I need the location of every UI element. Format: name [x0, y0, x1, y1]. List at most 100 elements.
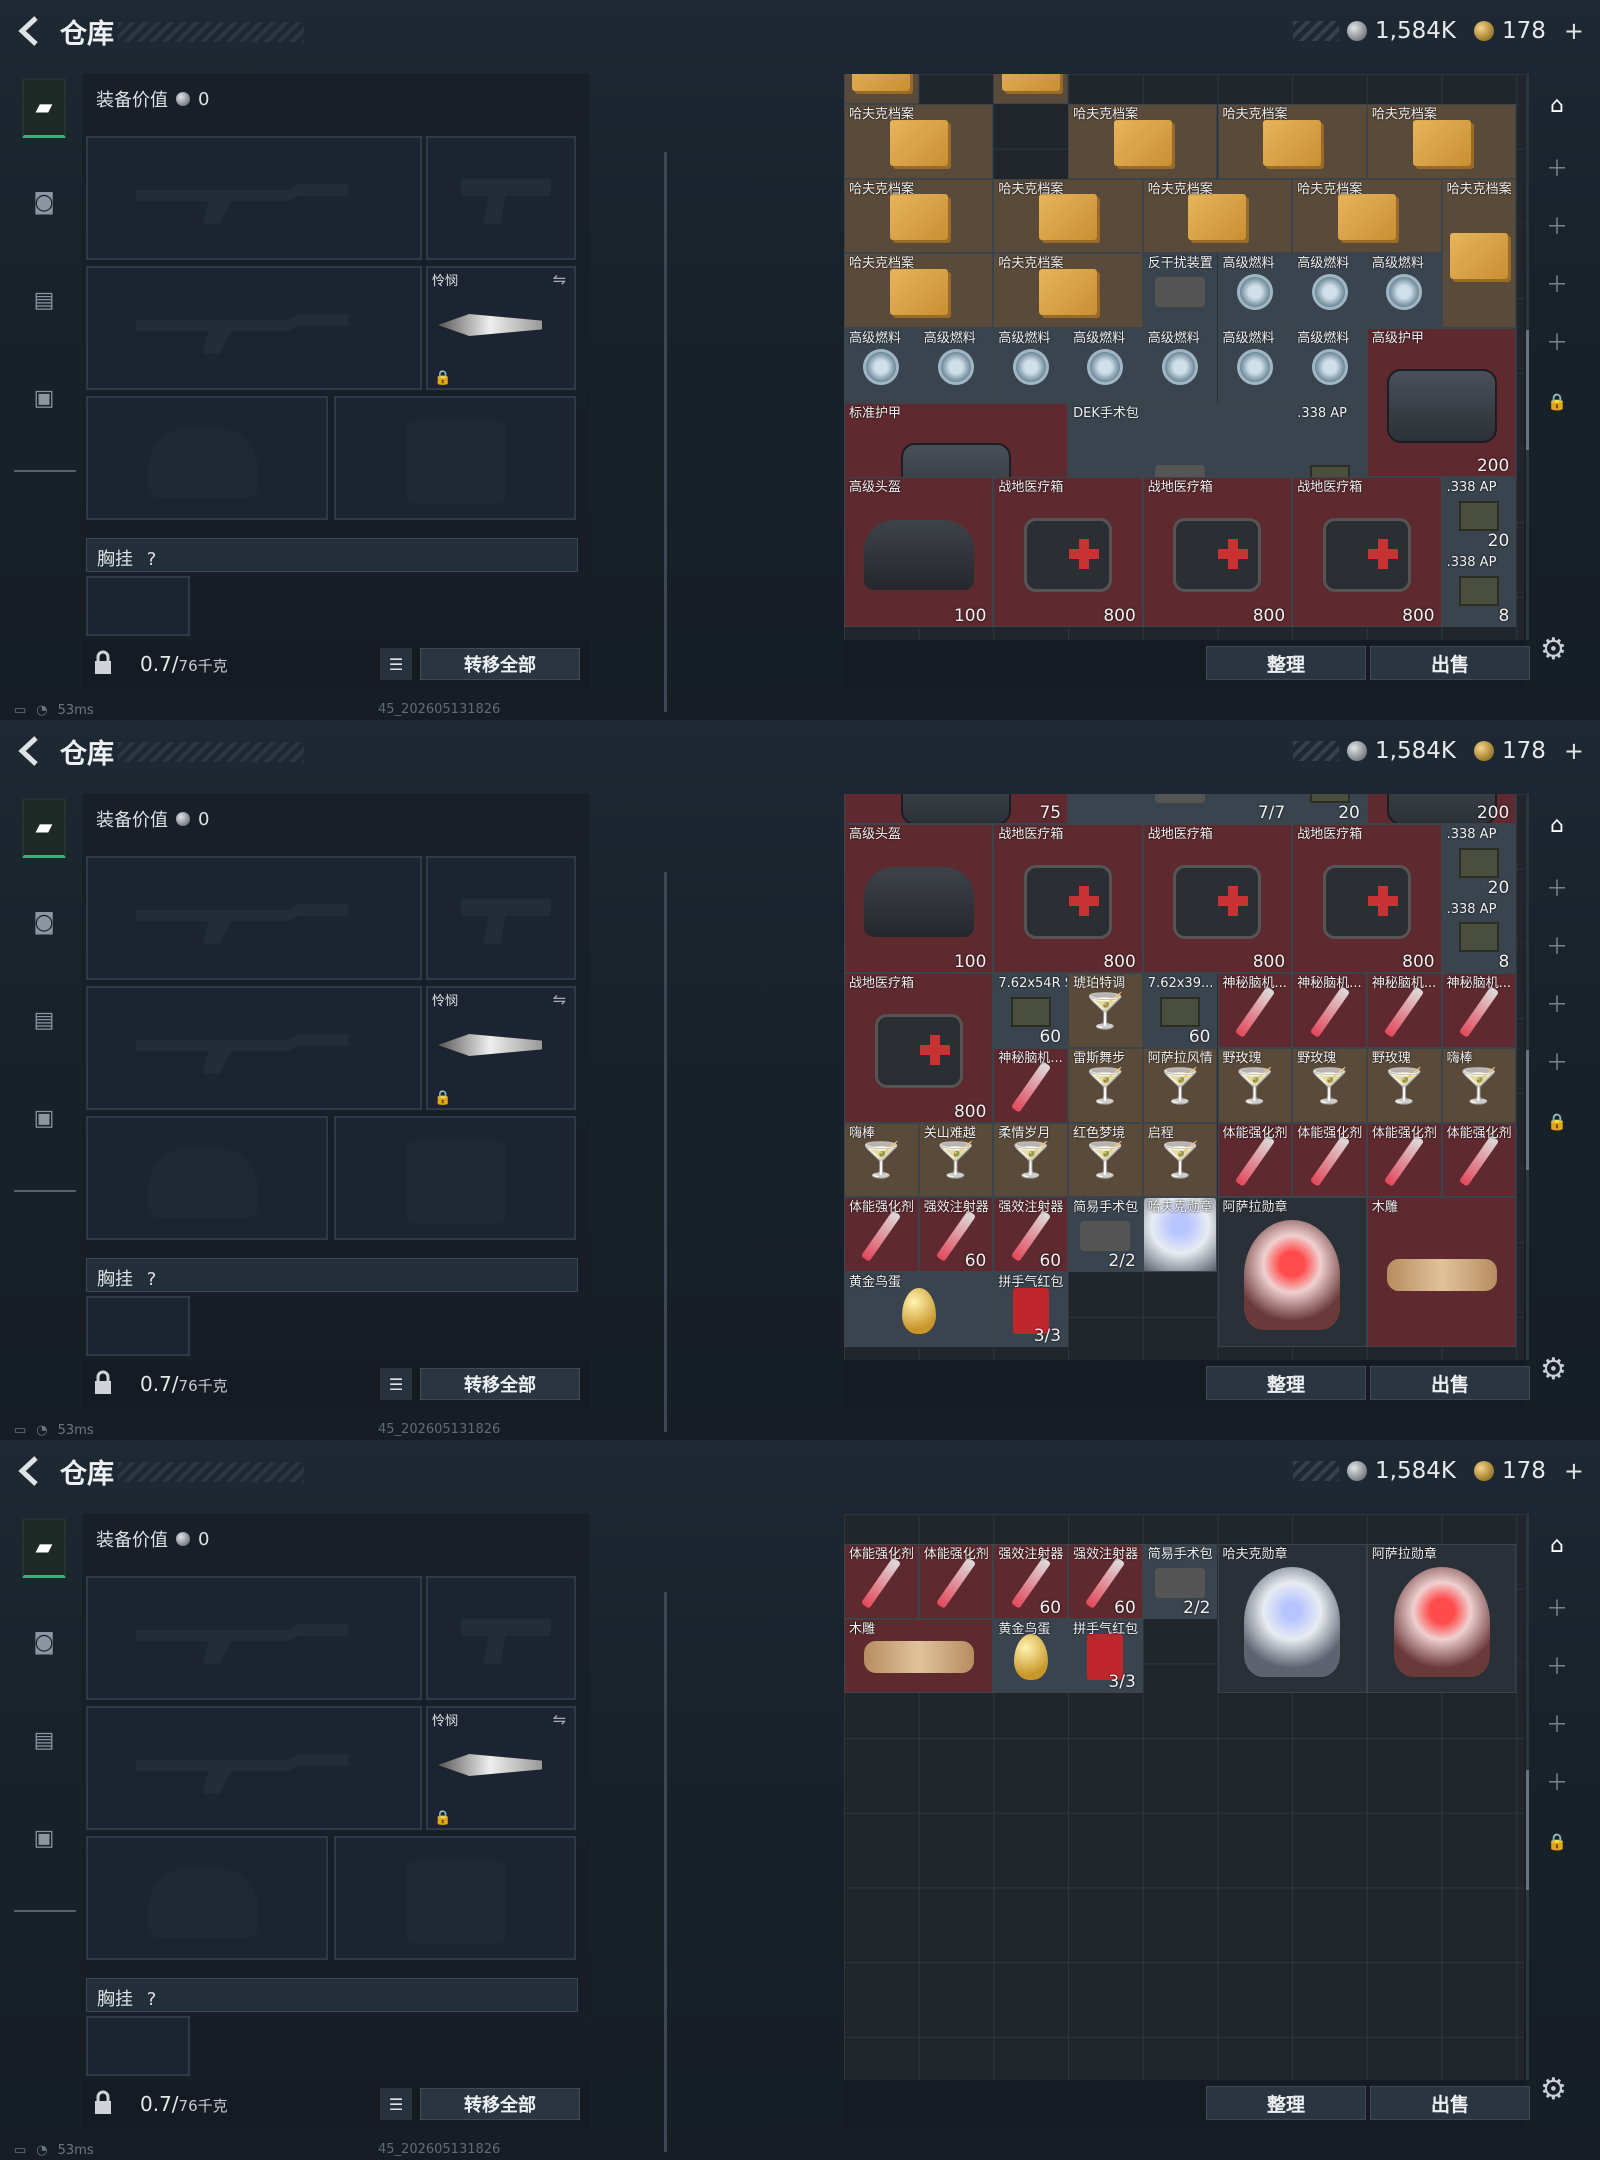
- stash-item[interactable]: 高级燃料: [1217, 253, 1293, 328]
- stash-item[interactable]: 哈夫克档案: [993, 178, 1143, 254]
- melee-slot[interactable]: 怜悯 ⇋ 🔒: [426, 1706, 576, 1830]
- stash-item[interactable]: 🍸 野玫瑰: [1217, 1047, 1293, 1123]
- stash-grid[interactable]: 体能强化剂 体能强化剂 强效注射器 60 强效注射器 60 简易手术包 2/2 哈夫克勋章 阿萨拉…: [844, 1514, 1524, 2080]
- stash-scrollbar-thumb[interactable]: [1526, 1770, 1529, 1890]
- add-currency-button[interactable]: +: [1564, 1457, 1584, 1485]
- add-page-button[interactable]: ＋: [1530, 1754, 1584, 1808]
- stash-item[interactable]: 🍸 启程: [1142, 1122, 1218, 1198]
- help-icon[interactable]: ?: [147, 1989, 157, 2010]
- swap-icon[interactable]: ⇋: [553, 1710, 566, 1729]
- stash-item[interactable]: 哈夫克档案: [1366, 103, 1517, 179]
- stash-item[interactable]: 拼手气红包 3/3: [1068, 1618, 1143, 1694]
- add-page-button[interactable]: ＋: [1530, 1034, 1584, 1088]
- stash-item[interactable]: 7.62x39... AP 20B 60: [1142, 973, 1218, 1048]
- stash-item[interactable]: 阿萨拉勋章: [1366, 1543, 1517, 1694]
- transfer-all-button[interactable]: 转移全部: [420, 1368, 580, 1400]
- secondary-weapon-slot[interactable]: [86, 1706, 422, 1830]
- stash-item[interactable]: 强效注射器 60: [918, 1197, 994, 1273]
- stash-item[interactable]: 体能强化剂: [844, 1543, 919, 1619]
- stash-item[interactable]: 简易手术包 2/2: [1068, 1197, 1143, 1273]
- stash-item[interactable]: 阿萨拉勋章: [1217, 1197, 1367, 1347]
- stash-item[interactable]: 高级燃料: [1142, 327, 1218, 403]
- stash-item[interactable]: 🍸 嗨棒: [1441, 1047, 1517, 1123]
- swap-icon[interactable]: ⇋: [553, 270, 566, 289]
- secondary-weapon-slot[interactable]: [86, 266, 422, 390]
- nav-briefcase[interactable]: ▣: [22, 368, 66, 428]
- nav-weapons[interactable]: ▰: [22, 78, 66, 138]
- sort-button[interactable]: 整理: [1206, 646, 1366, 680]
- equipment-scrollbar[interactable]: [664, 1592, 667, 2152]
- stash-item[interactable]: 体能强化剂: [918, 1543, 994, 1619]
- stash-item[interactable]: 战地医疗箱 800: [1292, 823, 1442, 974]
- add-page-button[interactable]: ＋: [1530, 860, 1584, 914]
- add-page-button[interactable]: ＋: [1530, 918, 1584, 972]
- stash-item[interactable]: 哈夫克勋章: [1217, 1543, 1367, 1694]
- lock-icon[interactable]: [92, 2090, 114, 2116]
- stash-item[interactable]: 简易手术包 2/2: [1142, 1543, 1218, 1619]
- stash-item[interactable]: 高级燃料: [918, 327, 994, 403]
- stash-item[interactable]: 哈夫克勋章: [1142, 1197, 1218, 1273]
- gear-icon[interactable]: ⚙: [1540, 632, 1567, 667]
- nav-backpack[interactable]: ◙: [22, 1612, 66, 1672]
- stash-item[interactable]: 高级燃料: [844, 327, 919, 403]
- pistol-slot[interactable]: [426, 856, 576, 980]
- stash-item[interactable]: 高级燃料: [1068, 327, 1143, 403]
- add-page-button[interactable]: ＋: [1530, 256, 1584, 310]
- stash-item[interactable]: 哈夫克档案: [844, 103, 994, 179]
- stash-item[interactable]: 体能强化剂: [1441, 1122, 1517, 1198]
- add-page-button[interactable]: ＋: [1530, 140, 1584, 194]
- stash-item[interactable]: 神秘脑机...: [1366, 973, 1442, 1048]
- help-icon[interactable]: ?: [147, 549, 157, 570]
- stash-item[interactable]: 体能强化剂: [1366, 1122, 1442, 1198]
- stash-item[interactable]: 战地医疗箱 800: [1142, 823, 1293, 974]
- stash-item[interactable]: 🍸 阿萨拉风情: [1142, 1047, 1218, 1123]
- primary-weapon-slot[interactable]: [86, 136, 422, 260]
- transfer-all-button[interactable]: 转移全部: [420, 648, 580, 680]
- stash-item[interactable]: 高级燃料: [993, 327, 1069, 403]
- secondary-weapon-slot[interactable]: [86, 986, 422, 1110]
- add-currency-button[interactable]: +: [1564, 17, 1584, 45]
- stash-item[interactable]: 战地医疗箱 800: [1142, 477, 1293, 627]
- add-currency-button[interactable]: +: [1564, 737, 1584, 765]
- helmet-slot[interactable]: [86, 1116, 328, 1240]
- sell-button[interactable]: 出售: [1370, 646, 1530, 680]
- stash-item[interactable]: 神秘脑机...: [1292, 973, 1367, 1048]
- stash-item[interactable]: 高级燃料: [1217, 327, 1293, 403]
- stash-grid[interactable]: 75 7/7 20 200 高级头盔 100 战地医疗箱 800 战地医疗箱 800 战地医疗箱 80…: [844, 794, 1524, 1360]
- stash-item[interactable]: .338 AP 8: [1441, 552, 1517, 627]
- gear-icon[interactable]: ⚙: [1540, 2072, 1567, 2107]
- stash-item[interactable]: 高级头盔 100: [844, 823, 994, 974]
- stash-item[interactable]: 高级头盔 100: [844, 477, 994, 627]
- lock-icon[interactable]: [92, 1370, 114, 1396]
- helmet-slot[interactable]: [86, 396, 328, 520]
- stash-item[interactable]: 战地医疗箱 800: [993, 823, 1143, 974]
- sell-button[interactable]: 出售: [1370, 2086, 1530, 2120]
- pistol-slot[interactable]: [426, 136, 576, 260]
- primary-weapon-slot[interactable]: [86, 1576, 422, 1700]
- lock-icon[interactable]: [92, 650, 114, 676]
- stash-item[interactable]: 7.62x54R SNB 60: [993, 973, 1069, 1048]
- chest-rig-slot[interactable]: [86, 1296, 190, 1356]
- back-button[interactable]: [14, 734, 44, 768]
- stash-item[interactable]: 哈夫克档案: [844, 178, 994, 254]
- stash-item[interactable]: 拼手气红包 3/3: [993, 1272, 1069, 1347]
- chest-rig-slot[interactable]: [86, 2016, 190, 2076]
- stash-item[interactable]: .338 AP 20: [1441, 823, 1517, 899]
- stash-item[interactable]: 反干扰装置: [1142, 253, 1218, 328]
- sell-button[interactable]: 出售: [1370, 1366, 1530, 1400]
- stash-item[interactable]: 战地医疗箱 800: [993, 477, 1143, 627]
- stash-scrollbar-thumb[interactable]: [1526, 330, 1529, 450]
- help-icon[interactable]: ?: [147, 1269, 157, 1290]
- nav-records[interactable]: ▤: [22, 270, 66, 330]
- nav-weapons[interactable]: ▰: [22, 1518, 66, 1578]
- equipment-scrollbar[interactable]: [664, 152, 667, 712]
- stash-item[interactable]: [993, 74, 1069, 104]
- stash-item[interactable]: 强效注射器 60: [993, 1543, 1069, 1619]
- stash-item[interactable]: 体能强化剂: [844, 1197, 919, 1273]
- nav-backpack[interactable]: ◙: [22, 172, 66, 232]
- stash-item[interactable]: 哈夫克档案: [844, 253, 994, 328]
- back-button[interactable]: [14, 14, 44, 48]
- vault-button[interactable]: ⌂: [1530, 78, 1584, 132]
- stash-item[interactable]: .338 AP 20: [1441, 477, 1517, 553]
- stash-item[interactable]: 200: [1366, 794, 1517, 824]
